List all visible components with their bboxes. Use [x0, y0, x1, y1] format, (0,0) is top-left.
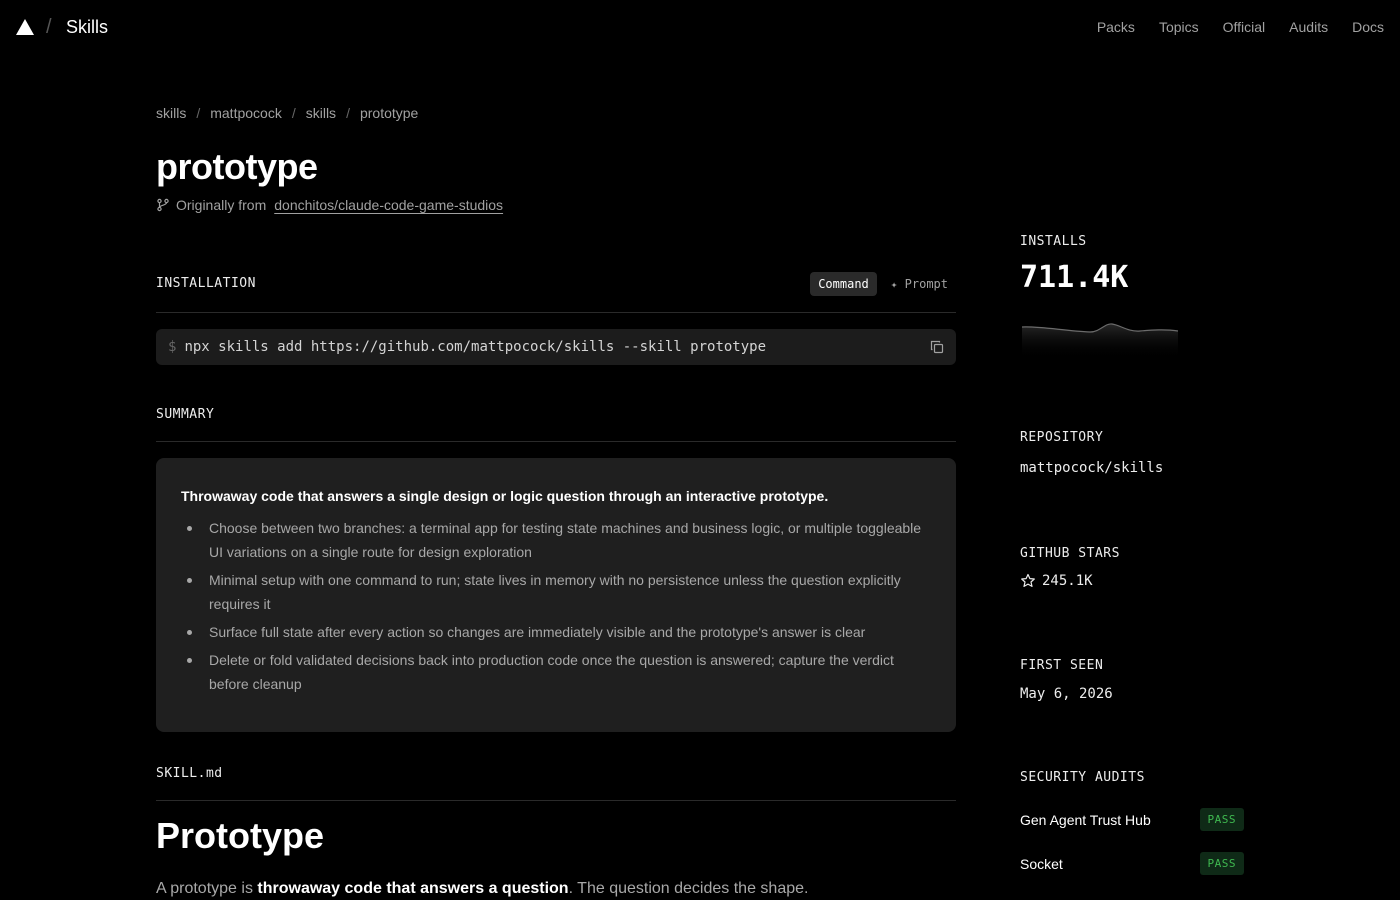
nav-docs[interactable]: Docs: [1352, 19, 1384, 35]
list-item: Delete or fold validated decisions back …: [181, 648, 931, 696]
breadcrumb-current: prototype: [359, 105, 419, 121]
install-command-box[interactable]: $ npx skills add https://github.com/matt…: [156, 329, 956, 365]
divider: [156, 800, 956, 801]
audit-row[interactable]: Socket PASS: [1020, 852, 1244, 875]
list-item: Surface full state after every action so…: [181, 620, 931, 644]
divider: [156, 312, 956, 313]
page-title: prototype: [156, 146, 318, 187]
skillmd-label: SKILL.md: [156, 766, 223, 781]
intro-text-bold: throwaway code that answers a question: [257, 880, 569, 897]
breadcrumb-item[interactable]: skills: [306, 105, 336, 121]
origin-prefix: Originally from: [176, 197, 267, 213]
summary-lead: Throwaway code that answers a single des…: [181, 488, 829, 504]
top-bar: / Skills Packs Topics Official Audits Do…: [0, 0, 1400, 56]
audit-row[interactable]: Gen Agent Trust Hub PASS: [1020, 808, 1244, 831]
audit-name: Gen Agent Trust Hub: [1020, 811, 1151, 828]
summary-label: SUMMARY: [156, 407, 215, 422]
breadcrumb-separator: /: [291, 105, 296, 121]
divider: [156, 441, 956, 442]
breadcrumb-item[interactable]: skills: [156, 105, 186, 121]
nav-packs[interactable]: Packs: [1097, 19, 1135, 35]
skillmd-heading: Prototype: [156, 815, 325, 856]
repository-label: REPOSITORY: [1020, 430, 1104, 445]
github-stars-value: 245.1K: [1042, 573, 1093, 589]
star-icon: [1021, 573, 1035, 587]
security-audits-label: SECURITY AUDITS: [1020, 770, 1145, 785]
origin-link[interactable]: donchitos/claude-code-game-studios: [274, 197, 503, 213]
installation-label: INSTALLATION: [156, 276, 256, 291]
status-badge: PASS: [1199, 852, 1244, 875]
status-badge: PASS: [1199, 808, 1244, 831]
installs-sparkline: [1021, 323, 1179, 359]
nav-official[interactable]: Official: [1223, 19, 1266, 35]
installs-label: INSTALLS: [1020, 234, 1087, 249]
shell-prompt: $: [168, 339, 177, 355]
github-stars-label: GITHUB STARS: [1020, 546, 1120, 561]
first-seen-label: FIRST SEEN: [1020, 658, 1104, 673]
nav-audits[interactable]: Audits: [1289, 19, 1328, 35]
tab-command[interactable]: Command: [810, 272, 877, 296]
tab-prompt-label: Prompt: [904, 277, 948, 291]
copy-icon[interactable]: [930, 340, 944, 354]
list-item: Minimal setup with one command to run; s…: [181, 568, 931, 616]
skillmd-intro: A prototype is throwaway code that answe…: [156, 880, 808, 898]
breadcrumb: skills / mattpocock / skills / prototype: [156, 105, 418, 121]
breadcrumb-separator: /: [346, 105, 350, 121]
triangle-logo-icon[interactable]: [16, 19, 34, 35]
intro-text-start: A prototype is: [156, 880, 258, 897]
sparkle-icon: ✦: [890, 278, 898, 291]
summary-card: Throwaway code that answers a single des…: [156, 458, 956, 732]
audit-name: Socket: [1020, 855, 1063, 872]
tab-prompt[interactable]: ✦ Prompt: [883, 272, 956, 296]
install-command-text[interactable]: npx skills add https://github.com/mattpo…: [184, 339, 766, 355]
breadcrumb-item[interactable]: mattpocock: [210, 105, 282, 121]
first-seen-value: May 6, 2026: [1020, 686, 1113, 702]
install-mode-toggle: Command ✦ Prompt: [810, 272, 956, 296]
breadcrumb-separator: /: [196, 105, 201, 121]
git-fork-icon: [157, 198, 169, 212]
origin-line: Originally from donchitos/claude-code-ga…: [156, 197, 503, 213]
header-separator: /: [46, 16, 52, 38]
installs-value: 711.4K: [1020, 260, 1129, 295]
summary-list: Choose between two branches: a terminal …: [181, 516, 931, 696]
list-item: Choose between two branches: a terminal …: [181, 516, 931, 564]
top-nav: Packs Topics Official Audits Docs: [1097, 19, 1384, 35]
intro-text-end: . The question decides the shape.: [568, 880, 809, 897]
repository-value[interactable]: mattpocock/skills: [1020, 460, 1163, 476]
github-stars-row: 245.1K: [1020, 573, 1093, 589]
brand-name[interactable]: Skills: [66, 17, 108, 38]
nav-topics[interactable]: Topics: [1159, 19, 1199, 35]
